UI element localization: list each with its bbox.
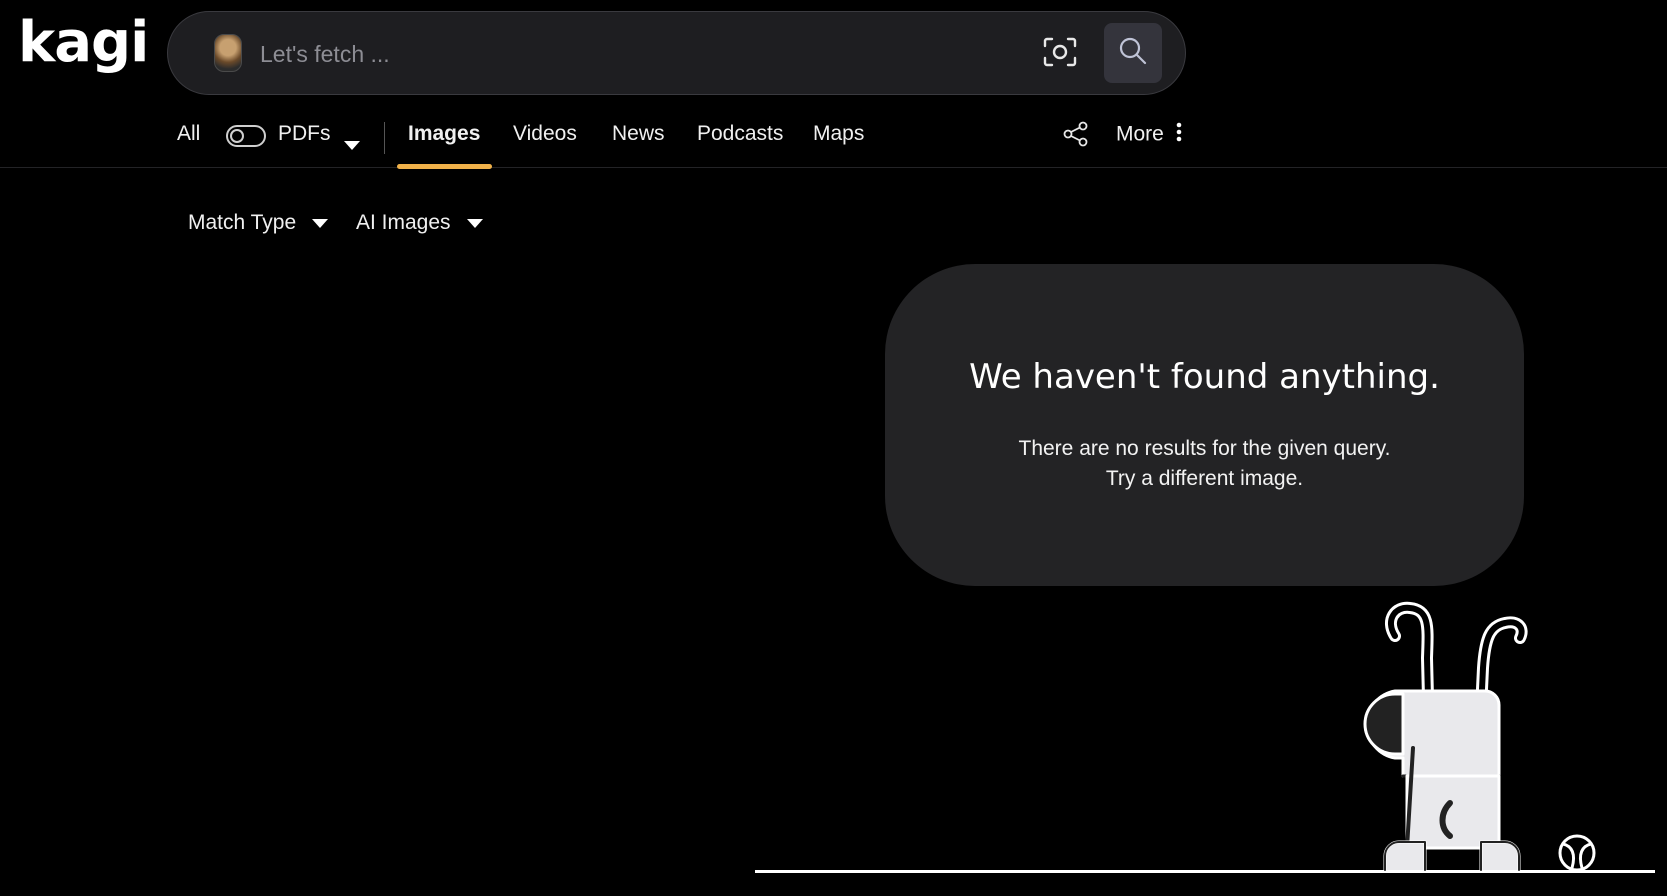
pdfs-toggle[interactable] [226, 125, 266, 147]
search-bar [167, 11, 1186, 95]
search-type-nav: All PDFs Images Videos News Podcasts Map… [0, 108, 1667, 169]
search-button[interactable] [1104, 23, 1162, 83]
caret-down-icon [344, 141, 360, 150]
caret-down-icon [466, 218, 483, 228]
magnifier-icon [1118, 36, 1148, 71]
no-results-title: We haven't found anything. [969, 357, 1440, 397]
image-search-button[interactable] [1038, 32, 1082, 76]
tab-maps[interactable]: Maps [813, 122, 864, 146]
toggle-knob [230, 129, 244, 143]
tab-images[interactable]: Images [408, 122, 480, 146]
kagi-image-search-page: kagi All [0, 0, 1667, 896]
ai-images-label: AI Images [356, 211, 451, 234]
search-input[interactable] [258, 32, 758, 76]
tab-podcasts[interactable]: Podcasts [697, 122, 783, 146]
match-type-filter[interactable]: Match Type [188, 211, 329, 235]
nav-divider [384, 122, 385, 154]
camera-scan-icon [1043, 37, 1077, 72]
share-icon [1062, 121, 1090, 153]
active-tab-indicator [397, 164, 492, 169]
ai-images-filter[interactable]: AI Images [356, 211, 483, 235]
tab-news[interactable]: News [612, 122, 665, 146]
dog-mascot-illustration [1355, 598, 1575, 878]
kagi-logo[interactable]: kagi [18, 8, 149, 78]
tennis-ball-icon [1556, 832, 1598, 877]
tab-all[interactable]: All [177, 122, 200, 146]
tab-videos[interactable]: Videos [513, 122, 577, 146]
more-button[interactable]: More [1116, 122, 1182, 148]
no-results-card: We haven't found anything. There are no … [885, 264, 1524, 586]
no-results-hint: Try a different image. [1105, 467, 1304, 490]
pdfs-dropdown-button[interactable] [344, 132, 360, 156]
share-button[interactable] [1062, 120, 1090, 154]
vertical-dots-icon [1176, 122, 1182, 148]
pdfs-label[interactable]: PDFs [278, 122, 331, 146]
query-image-thumbnail[interactable] [214, 34, 242, 72]
no-results-message: There are no results for the given query… [1018, 437, 1391, 460]
more-label: More [1116, 122, 1164, 146]
match-type-label: Match Type [188, 211, 297, 234]
caret-down-icon [312, 218, 329, 228]
